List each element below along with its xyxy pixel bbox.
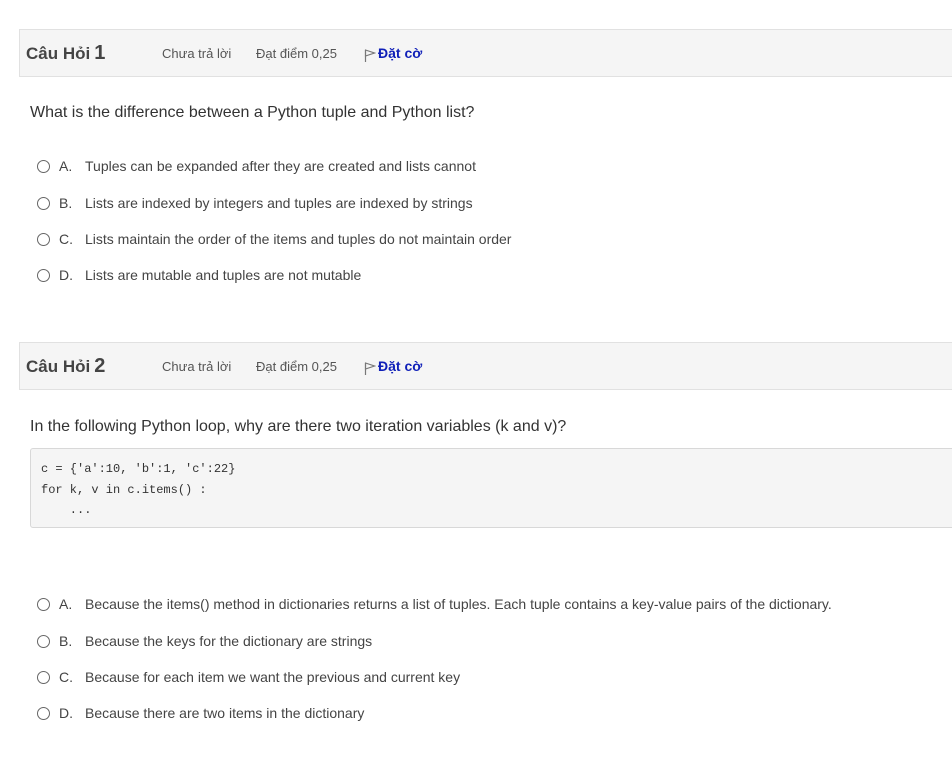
question-header: Câu Hỏi 1 Chưa trả lời Đạt điểm 0,25 Đặt … — [19, 29, 952, 77]
radio-button[interactable] — [37, 598, 50, 611]
question-state: Chưa trả lời — [162, 359, 232, 374]
question-number: 2 — [94, 355, 106, 377]
question-number: 1 — [94, 42, 106, 64]
radio-button[interactable] — [37, 671, 50, 684]
question-text: What is the difference between a Python … — [30, 104, 475, 121]
option-letter: D. — [59, 267, 73, 283]
question-grade: Đạt điểm 0,25 — [256, 359, 337, 374]
option-letter: D. — [59, 705, 73, 721]
option-letter: C. — [59, 669, 73, 685]
option-letter: A. — [59, 596, 73, 612]
radio-button[interactable] — [37, 233, 50, 246]
option-letter: C. — [59, 231, 73, 247]
option-text: Lists maintain the order of the items an… — [85, 231, 512, 247]
option-text: Because the items() method in dictionari… — [85, 596, 832, 612]
option-text: Because there are two items in the dicti… — [85, 705, 365, 721]
option-text: Because the keys for the dictionary are … — [85, 633, 373, 649]
flag-question-button[interactable]: Đặt cờ — [364, 45, 422, 63]
flag-label: Đặt cờ — [378, 45, 423, 61]
question-text: In the following Python loop, why are th… — [30, 418, 567, 435]
flag-label: Đặt cờ — [378, 358, 423, 374]
radio-button[interactable] — [37, 160, 50, 173]
option-text: Lists are mutable and tuples are not mut… — [85, 267, 362, 283]
code-block: c = {'a':10, 'b':1, 'c':22} for k, v in … — [30, 448, 952, 528]
question-title-label: Câu Hỏi — [26, 357, 91, 376]
option-letter: B. — [59, 195, 73, 211]
option-text: Tuples can be expanded after they are cr… — [85, 158, 476, 174]
option-text: Because for each item we want the previo… — [85, 669, 461, 685]
option-text: Lists are indexed by integers and tuples… — [85, 195, 473, 211]
question-state: Chưa trả lời — [162, 46, 232, 61]
question-title: Câu Hỏi 1 — [26, 42, 105, 65]
flag-icon — [364, 49, 377, 62]
flag-question-button[interactable]: Đặt cờ — [364, 358, 422, 376]
radio-button[interactable] — [37, 197, 50, 210]
radio-button[interactable] — [37, 635, 50, 648]
question-grade: Đạt điểm 0,25 — [256, 46, 337, 61]
question-title-label: Câu Hỏi — [26, 44, 91, 63]
option-letter: B. — [59, 633, 73, 649]
radio-button[interactable] — [37, 269, 50, 282]
flag-icon — [364, 362, 377, 375]
option-letter: A. — [59, 158, 73, 174]
question-header: Câu Hỏi 2 Chưa trả lời Đạt điểm 0,25 Đặt … — [19, 342, 952, 390]
radio-button[interactable] — [37, 707, 50, 720]
question-title: Câu Hỏi 2 — [26, 355, 105, 378]
